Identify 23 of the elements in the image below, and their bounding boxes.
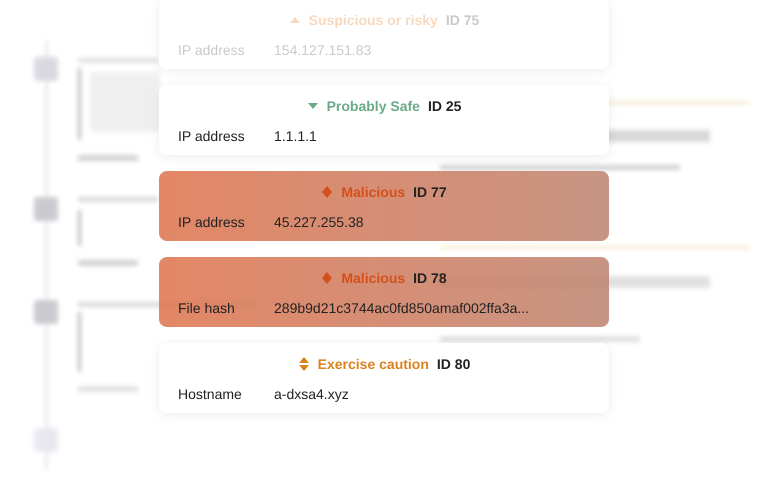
timeline-node [34, 300, 58, 324]
verdict-label: Malicious [341, 268, 406, 288]
id-label: ID 80 [436, 354, 470, 374]
field-label: File hash [178, 299, 236, 318]
diamond-icon [321, 271, 334, 285]
id-label: ID 25 [428, 96, 462, 116]
field-value: 289b9d21c3744ac0fd850amaf002ffa3a... [274, 299, 530, 318]
field-value: a-dxsa4.xyz [274, 385, 349, 404]
diamond-icon [321, 185, 334, 199]
verdict-label: Suspicious or risky [308, 10, 438, 30]
id-label: ID 77 [413, 182, 447, 202]
id-label: ID 78 [413, 268, 447, 288]
verdict-label: Probably Safe [326, 96, 420, 116]
field-value: 1.1.1.1 [274, 127, 317, 146]
timeline-node [34, 57, 58, 81]
up-down-triangles-icon [298, 357, 310, 371]
verdict-label: Exercise caution [318, 354, 429, 374]
field-value: 45.227.255.38 [274, 213, 364, 232]
field-label: Hostname [178, 385, 243, 404]
verdict-label: Malicious [341, 182, 406, 202]
field-label: IP address [178, 127, 246, 146]
timeline-node [34, 197, 58, 221]
field-label: IP address [178, 213, 246, 232]
